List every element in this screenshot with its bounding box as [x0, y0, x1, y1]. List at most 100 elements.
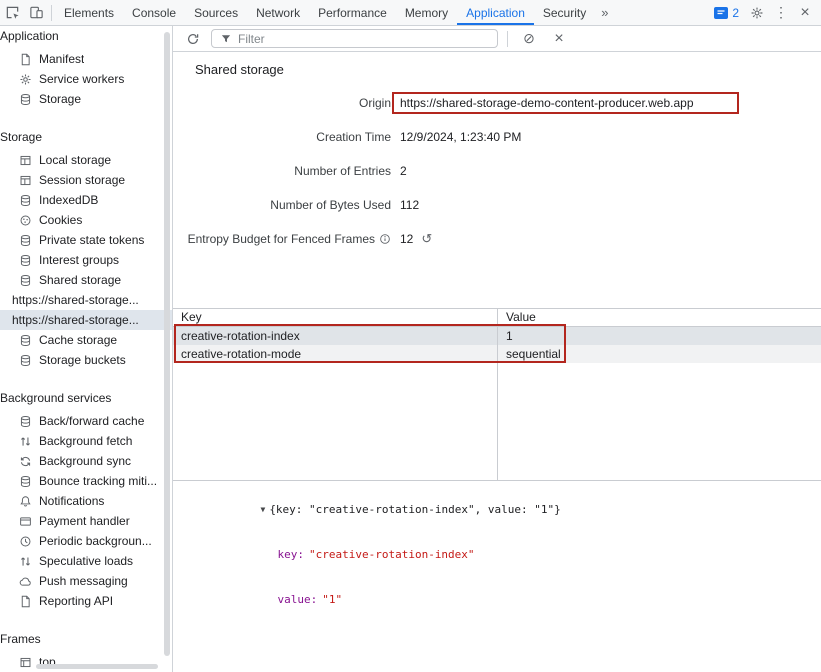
console-messages-badge[interactable]: 2: [708, 6, 745, 20]
entropy-budget-number: 12: [400, 232, 413, 246]
database-icon: [18, 193, 33, 208]
field-row-number-of-entries: Number of Entries 2: [173, 154, 821, 188]
updown-arrows-icon: [18, 434, 33, 449]
sidebar-item-storage[interactable]: Storage: [0, 89, 172, 109]
kebab-menu-icon[interactable]: ⋮: [769, 1, 793, 25]
tab-sources[interactable]: Sources: [185, 0, 247, 25]
database-icon: [18, 233, 33, 248]
table-row[interactable]: creative-rotation-mode sequential: [173, 345, 821, 363]
sidebar-item-manifest[interactable]: Manifest: [0, 49, 172, 69]
preview-summary-line: ▼{key: "creative-rotation-index", value:…: [181, 487, 821, 532]
field-label-text: Entropy Budget for Fenced Frames: [188, 232, 375, 246]
origin-value: https://shared-storage-demo-content-prod…: [391, 96, 694, 110]
refresh-icon[interactable]: [181, 27, 205, 51]
sidebar-item-background-fetch[interactable]: Background fetch: [0, 431, 172, 451]
tab-application[interactable]: Application: [457, 0, 534, 25]
inspect-element-icon[interactable]: [0, 1, 24, 25]
sidebar-item-notifications[interactable]: Notifications: [0, 491, 172, 511]
more-tabs-button[interactable]: »: [595, 5, 614, 20]
delete-all-icon[interactable]: ⊘: [517, 27, 541, 51]
table-icon: [18, 153, 33, 168]
section-header-application[interactable]: Application: [0, 28, 172, 44]
filter-input[interactable]: [238, 32, 491, 46]
sidebar-item-payment-handler[interactable]: Payment handler: [0, 511, 172, 531]
table-row[interactable]: creative-rotation-index 1: [173, 327, 821, 345]
sidebar-item-reporting-api[interactable]: Reporting API: [0, 591, 172, 611]
devtools-tab-bar: Elements Console Sources Network Perform…: [0, 0, 821, 26]
sidebar-item-bounce-tracking[interactable]: Bounce tracking miti...: [0, 471, 172, 491]
section-header-background-services[interactable]: Background services: [0, 390, 172, 406]
frame-icon: [18, 655, 33, 670]
reset-budget-icon[interactable]: ↺: [421, 231, 432, 247]
entries-table: Key Value creative-rotation-index 1 crea…: [173, 308, 821, 480]
filter-input-box[interactable]: [211, 29, 498, 48]
entropy-budget-value: 12 ↺: [391, 231, 432, 247]
preview-prop-line: key:"creative-rotation-index": [181, 532, 821, 577]
sidebar-item-indexeddb[interactable]: IndexedDB: [0, 190, 172, 210]
sidebar-item-interest-groups[interactable]: Interest groups: [0, 250, 172, 270]
bytes-used-value: 112: [391, 198, 419, 212]
column-header-key[interactable]: Key: [173, 309, 497, 326]
sidebar-item-cookies[interactable]: Cookies: [0, 210, 172, 230]
funnel-icon: [218, 31, 233, 46]
metadata-report: Origin https://shared-storage-demo-conte…: [173, 86, 821, 256]
sidebar-item-session-storage[interactable]: Session storage: [0, 170, 172, 190]
sidebar-section-storage: Storage Local storage Session storage In…: [0, 129, 172, 370]
sidebar-item-service-workers[interactable]: Service workers: [0, 69, 172, 89]
sidebar-item-periodic-background-sync[interactable]: Periodic backgroun...: [0, 531, 172, 551]
settings-gear-icon[interactable]: [745, 1, 769, 25]
file-icon: [18, 594, 33, 609]
field-label: Origin: [173, 96, 391, 110]
field-row-origin: Origin https://shared-storage-demo-conte…: [173, 86, 821, 120]
topbar-actions: 2 ⋮ ×: [708, 1, 821, 25]
application-sidebar: Application Manifest Service workers Sto…: [0, 26, 173, 672]
sidebar-vertical-scrollbar[interactable]: [164, 32, 170, 656]
sidebar-horizontal-scrollbar[interactable]: [36, 664, 158, 669]
sidebar-item-label: Storage: [39, 92, 81, 106]
prop-value: "creative-rotation-index": [309, 548, 475, 561]
sidebar-item-label: IndexedDB: [39, 193, 98, 207]
sidebar-item-back-forward-cache[interactable]: Back/forward cache: [0, 411, 172, 431]
info-icon[interactable]: [379, 233, 391, 245]
cookie-icon: [18, 213, 33, 228]
sidebar-section-application: Application Manifest Service workers Sto…: [0, 28, 172, 109]
tab-performance[interactable]: Performance: [309, 0, 396, 25]
sidebar-item-speculative-loads[interactable]: Speculative loads: [0, 551, 172, 571]
section-header-frames[interactable]: Frames: [0, 631, 172, 647]
device-toolbar-icon[interactable]: [24, 1, 48, 25]
cloud-icon: [18, 574, 33, 589]
sidebar-item-push-messaging[interactable]: Push messaging: [0, 571, 172, 591]
storage-item-preview: ▼{key: "creative-rotation-index", value:…: [173, 480, 821, 672]
sidebar-item-label: Private state tokens: [39, 233, 144, 247]
sidebar-item-local-storage[interactable]: Local storage: [0, 150, 172, 170]
cell-value: 1: [497, 327, 821, 345]
sidebar-item-shared-storage-origin-1[interactable]: https://shared-storage...: [0, 290, 172, 310]
column-header-value[interactable]: Value: [497, 309, 821, 326]
database-icon: [18, 333, 33, 348]
collapse-triangle-icon[interactable]: ▼: [260, 502, 265, 517]
sidebar-item-label: Notifications: [39, 494, 104, 508]
sidebar-item-label: Reporting API: [39, 594, 113, 608]
sidebar-item-storage-buckets[interactable]: Storage buckets: [0, 350, 172, 370]
delete-selected-icon[interactable]: ×: [547, 27, 571, 51]
sidebar-item-shared-storage[interactable]: Shared storage: [0, 270, 172, 290]
sidebar-item-background-sync[interactable]: Background sync: [0, 451, 172, 471]
sidebar-item-shared-storage-origin-2[interactable]: https://shared-storage...: [0, 310, 172, 330]
tab-console[interactable]: Console: [123, 0, 185, 25]
table-icon: [18, 173, 33, 188]
card-icon: [18, 514, 33, 529]
sidebar-item-cache-storage[interactable]: Cache storage: [0, 330, 172, 350]
sidebar-item-label: Payment handler: [39, 514, 130, 528]
field-row-creation-time: Creation Time 12/9/2024, 1:23:40 PM: [173, 120, 821, 154]
tab-memory[interactable]: Memory: [396, 0, 457, 25]
sidebar-item-label: Interest groups: [39, 253, 119, 267]
tab-elements[interactable]: Elements: [55, 0, 123, 25]
sidebar-item-top-frame[interactable]: top: [0, 652, 172, 672]
tab-security[interactable]: Security: [534, 0, 595, 25]
field-label: Number of Entries: [173, 164, 391, 178]
section-header-storage[interactable]: Storage: [0, 129, 172, 145]
sidebar-item-private-state-tokens[interactable]: Private state tokens: [0, 230, 172, 250]
sidebar-item-label: Speculative loads: [39, 554, 133, 568]
close-devtools-icon[interactable]: ×: [793, 1, 817, 25]
tab-network[interactable]: Network: [247, 0, 309, 25]
